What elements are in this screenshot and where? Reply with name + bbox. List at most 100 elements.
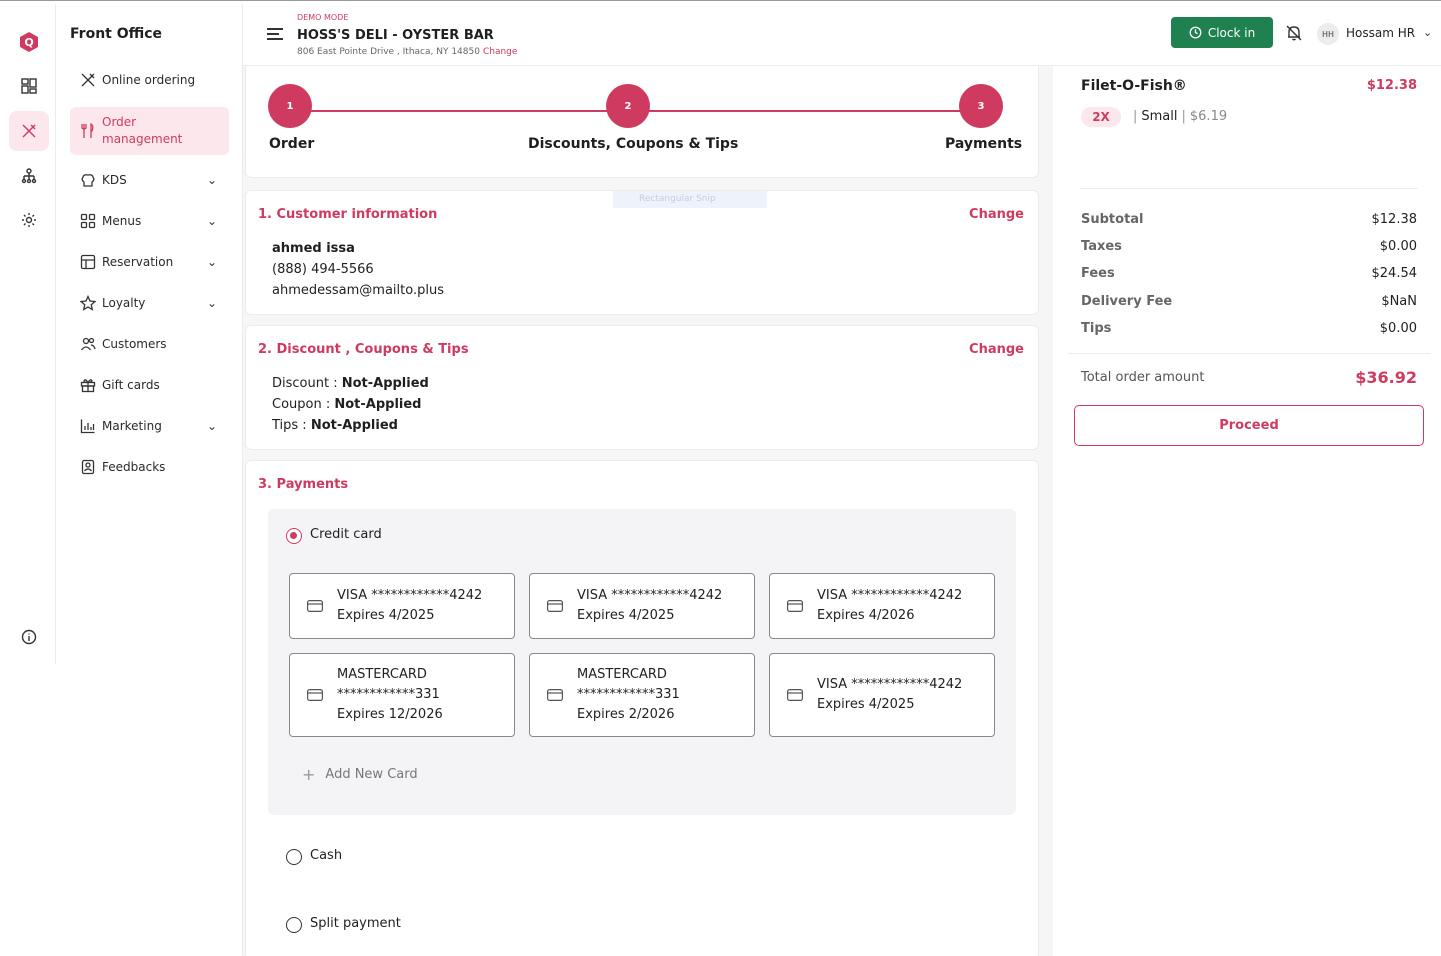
payments-card: 3. Payments Credit card VISA ***********… — [245, 460, 1039, 956]
credit-card-panel: Credit card VISA ************4242 Expires… — [268, 509, 1016, 815]
grid-icon — [78, 213, 98, 229]
chevron-down-icon[interactable]: ⌄ — [207, 214, 217, 228]
hamburger-icon[interactable] — [267, 28, 283, 40]
credit-card-radio[interactable] — [286, 528, 302, 544]
quantity-badge: 2X — [1081, 107, 1121, 127]
sidebar-item-label: Marketing — [102, 419, 162, 433]
card-details: MASTERCARD ************331 Expires 12/2026 — [337, 665, 443, 725]
card-number: ************331 — [337, 687, 440, 702]
card-details: VISA ************4242 Expires 4/2025 — [817, 675, 962, 715]
sidebar-item-online-ordering[interactable]: Online ordering — [70, 65, 229, 95]
card-expiry: Expires 4/2025 — [817, 697, 915, 712]
app-logo[interactable]: Q — [9, 22, 49, 62]
change-location-link[interactable]: Change — [483, 47, 517, 57]
change-customer-link[interactable]: Change — [969, 207, 1024, 222]
cash-radio[interactable] — [286, 849, 302, 865]
chevron-down-icon[interactable]: ⌄ — [207, 296, 217, 310]
divider — [1068, 353, 1431, 354]
user-name[interactable]: Hossam HR — [1346, 26, 1415, 40]
section-title: 1. Customer information — [258, 207, 438, 222]
chevron-down-icon[interactable]: ⌄ — [1423, 26, 1432, 39]
saved-card[interactable]: VISA ************4242 Expires 4/2025 — [289, 573, 515, 639]
coupon-value: Not-Applied — [334, 397, 422, 412]
clock-icon — [1189, 26, 1202, 39]
saved-card[interactable]: VISA ************4242 Expires 4/2025 — [529, 573, 755, 639]
summary-value: $NaN — [1381, 294, 1417, 309]
notifications-off-icon[interactable] — [1285, 24, 1303, 46]
credit-card-label[interactable]: Credit card — [310, 527, 382, 542]
sidebar-item-label: Loyalty — [102, 296, 146, 310]
divider — [1080, 188, 1418, 189]
sidebar-item-loyalty[interactable]: Loyalty ⌄ — [70, 288, 229, 318]
saved-card[interactable]: MASTERCARD ************331 Expires 12/2026 — [289, 653, 515, 737]
rail-front-office[interactable] — [9, 111, 49, 151]
credit-card-icon — [547, 597, 564, 616]
icon-rail: Q — [0, 4, 56, 664]
summary-row: Fees $24.54 — [1081, 266, 1417, 281]
snip-overlay: Rectangular Snip — [613, 191, 767, 208]
info-icon — [21, 629, 37, 645]
card-expiry: Expires 12/2026 — [337, 707, 443, 722]
credit-card-icon — [787, 686, 804, 705]
sidebar-item-label: Customers — [102, 337, 167, 351]
item-options: | Small | $6.19 — [1133, 109, 1228, 124]
card-number: VISA ************4242 — [337, 588, 483, 603]
saved-card[interactable]: VISA ************4242 Expires 4/2026 — [769, 573, 995, 639]
saved-card[interactable]: MASTERCARD ************331 Expires 2/2026 — [529, 653, 755, 737]
credit-card-icon — [547, 686, 564, 705]
step-3-dot[interactable]: 3 — [959, 84, 1003, 128]
card-expiry: Expires 4/2026 — [817, 608, 915, 623]
summary-key: Delivery Fee — [1081, 294, 1173, 309]
item-size: Small — [1141, 109, 1178, 124]
cash-label[interactable]: Cash — [310, 848, 342, 863]
sidebar-item-menus[interactable]: Menus ⌄ — [70, 206, 229, 236]
sidebar-item-marketing[interactable]: Marketing ⌄ — [70, 411, 229, 441]
dashboard-icon — [21, 78, 37, 94]
feedback-icon — [78, 459, 98, 475]
sidebar-item-order-management[interactable]: Order management — [70, 107, 229, 155]
summary-value: $0.00 — [1379, 321, 1417, 336]
chevron-down-icon[interactable]: ⌄ — [207, 419, 217, 433]
card-details: VISA ************4242 Expires 4/2025 — [337, 586, 482, 626]
sidebar-item-label: Menus — [102, 214, 142, 228]
customer-phone: (888) 494-5566 — [272, 262, 374, 277]
split-payment-radio[interactable] — [286, 917, 302, 933]
item-price: $12.38 — [1366, 78, 1417, 93]
logo-icon: Q — [20, 32, 38, 52]
step-2-dot[interactable]: 2 — [606, 84, 650, 128]
summary-row: Taxes $0.00 — [1081, 239, 1417, 254]
card-number: VISA ************4242 — [817, 677, 963, 692]
tips-value: Not-Applied — [310, 418, 398, 433]
rail-org[interactable] — [9, 156, 49, 196]
step-1-label: Order — [269, 136, 315, 152]
chevron-down-icon[interactable]: ⌄ — [207, 255, 217, 269]
step-1-dot[interactable]: 1 — [268, 84, 312, 128]
summary-key: Taxes — [1081, 239, 1122, 254]
add-card-label: Add New Card — [325, 767, 418, 782]
order-summary-panel: Filet-O-Fish® $12.38 2X | Small | $6.19 Sub… — [1053, 66, 1441, 956]
sidebar-item-feedbacks[interactable]: Feedbacks — [70, 452, 229, 482]
sidebar-title: Front Office — [70, 26, 163, 42]
rail-settings[interactable] — [9, 200, 49, 240]
rail-info[interactable] — [9, 617, 49, 657]
card-number: ************331 — [577, 687, 680, 702]
utensils-icon — [22, 124, 36, 138]
credit-card-icon — [307, 686, 324, 705]
clock-in-button[interactable]: Clock in — [1171, 17, 1273, 48]
sidebar-item-kds[interactable]: KDS ⌄ — [70, 165, 229, 195]
saved-card[interactable]: VISA ************4242 Expires 4/2025 — [769, 653, 995, 737]
card-details: VISA ************4242 Expires 4/2025 — [577, 586, 722, 626]
add-new-card-button[interactable]: + Add New Card — [302, 765, 418, 784]
sidebar-item-gift-cards[interactable]: Gift cards — [70, 370, 229, 400]
split-payment-label[interactable]: Split payment — [310, 916, 401, 931]
discount-key: Discount : — [272, 376, 342, 391]
sidebar-item-reservation[interactable]: Reservation ⌄ — [70, 247, 229, 277]
rail-dashboard[interactable] — [9, 66, 49, 106]
proceed-button[interactable]: Proceed — [1074, 405, 1424, 446]
change-discounts-link[interactable]: Change — [969, 342, 1024, 357]
sidebar-item-customers[interactable]: Customers — [70, 329, 229, 359]
chevron-down-icon[interactable]: ⌄ — [207, 173, 217, 187]
card-expiry: Expires 4/2025 — [337, 608, 435, 623]
sidebar-item-label: Reservation — [102, 255, 174, 269]
avatar[interactable]: HH — [1317, 23, 1339, 45]
